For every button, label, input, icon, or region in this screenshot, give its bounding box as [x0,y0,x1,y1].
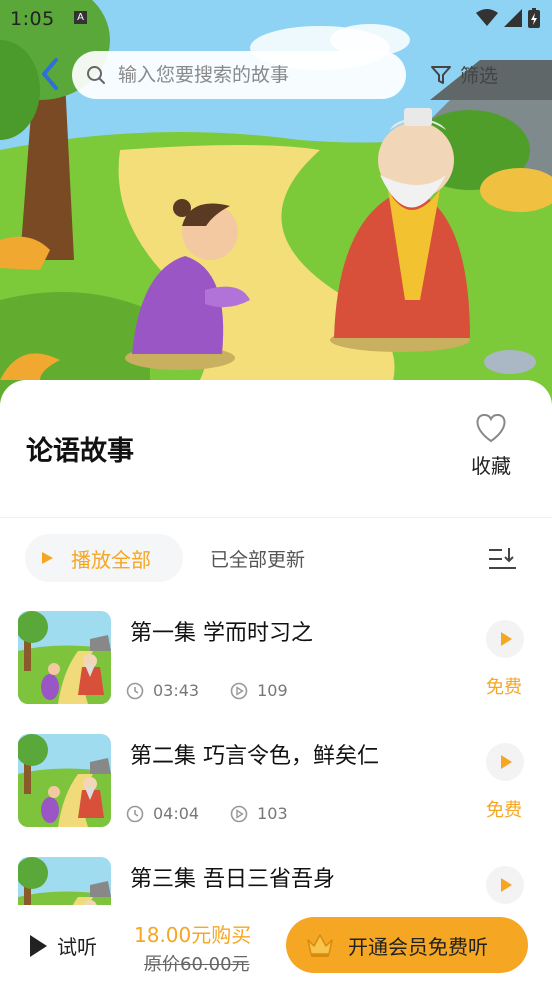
clock-icon [126,682,144,699]
play-icon [42,552,53,564]
content-sheet: 论语故事 收藏 播放全部 已全部更新 第一集 学而时习之 03:43 109 免… [0,380,552,983]
episode-meta: 04:04 103 [126,804,288,823]
search-input[interactable] [116,63,400,87]
original-price: 原价60.00元 [144,954,250,975]
vip-label: 开通会员免费听 [348,934,488,959]
signal-icon [504,9,522,27]
notification-a-icon: A [74,11,87,24]
search-icon [87,66,105,84]
filter-funnel-icon [431,65,451,84]
play-icon [30,934,47,957]
episode-title: 第二集 巧言令色，鲜矣仁 [130,744,379,769]
free-badge: 免费 [486,800,522,821]
hero-illustration: 1:05 A 筛选 [0,0,552,410]
bottom-purchase-bar: 试听 18.00元购买 原价60.00元 开通会员免费听 [0,905,552,983]
status-icons [476,8,540,28]
episode-thumbnail [18,611,111,704]
episode-thumbnail [18,734,111,827]
clock-icon [126,805,144,822]
vip-subscribe-button[interactable]: 开通会员免费听 [286,917,528,973]
episode-play-count: 103 [257,804,288,823]
episode-duration: 03:43 [153,681,200,700]
filter-label: 筛选 [460,65,499,87]
wifi-icon [476,9,498,26]
trial-label: 试听 [57,935,97,959]
episode-duration: 04:04 [153,804,200,823]
status-bar: 1:05 A [0,0,552,40]
favorite-label: 收藏 [471,454,511,478]
episode-meta: 03:43 109 [126,681,288,700]
back-arrow-icon[interactable] [36,56,66,92]
sort-icon[interactable] [488,546,518,572]
story-title: 论语故事 [26,436,134,467]
trial-listen-button[interactable]: 试听 [30,931,97,960]
episode-play-count: 109 [257,681,288,700]
episode-title: 第一集 学而时习之 [130,621,313,646]
battery-charging-icon [528,8,540,28]
play-all-button[interactable]: 播放全部 [25,534,183,582]
divider [0,517,552,518]
play-count-icon [230,682,248,699]
episode-play-button[interactable] [486,620,524,658]
episode-play-button[interactable] [486,743,524,781]
crown-icon [307,934,333,957]
play-icon [501,632,512,646]
update-status: 已全部更新 [210,549,306,571]
free-badge: 免费 [486,677,522,698]
status-time: 1:05 [10,8,55,30]
play-icon [501,755,512,769]
episode-title: 第三集 吾日三省吾身 [130,867,335,892]
episode-play-button[interactable] [486,866,524,904]
episode-item[interactable]: 第二集 巧言令色，鲜矣仁 04:04 103 免费 [18,734,538,830]
favorite-button[interactable]: 收藏 [462,412,520,479]
play-all-label: 播放全部 [71,547,151,572]
search-bar[interactable] [72,51,406,99]
heart-icon [476,414,506,443]
play-icon [501,878,512,892]
play-count-icon [230,805,248,822]
buy-price-button[interactable]: 18.00元购买 [134,919,251,948]
episode-item[interactable]: 第一集 学而时习之 03:43 109 免费 [18,611,538,707]
filter-button[interactable]: 筛选 [430,61,498,88]
